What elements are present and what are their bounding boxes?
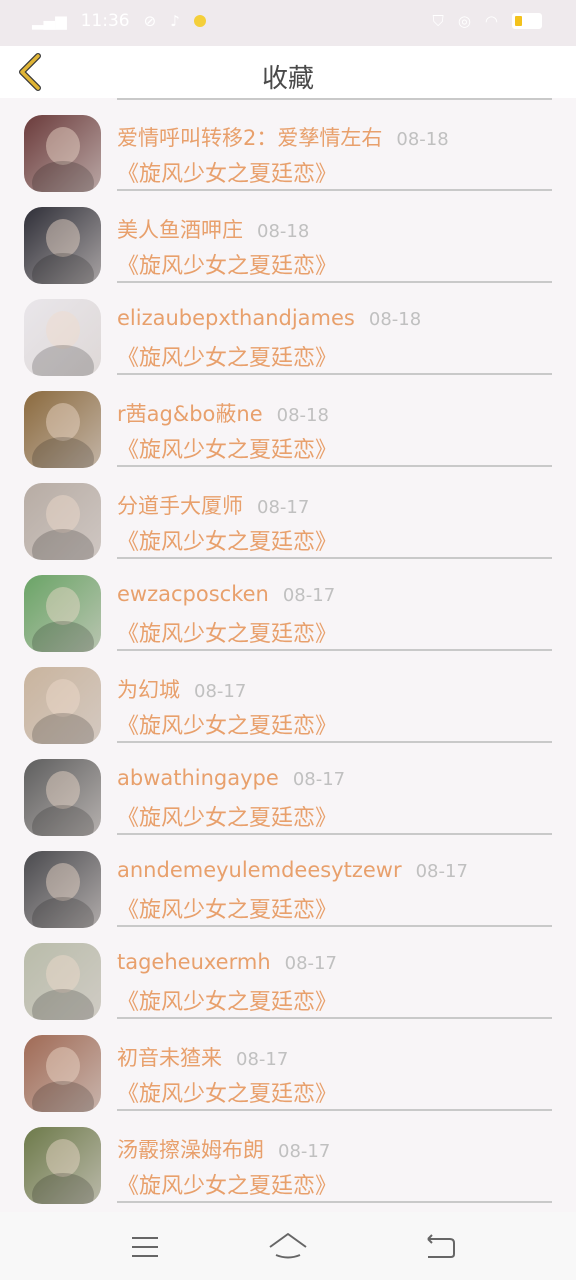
battery-icon <box>512 13 542 29</box>
item-header: 为幻城 08-17 <box>117 674 246 704</box>
item-date: 08-17 <box>236 1049 289 1070</box>
menu-icon <box>132 1237 158 1257</box>
page-title: 收藏 <box>261 64 314 94</box>
avatar[interactable] <box>24 299 101 376</box>
favorite-title[interactable]: 《旋风少女之夏廷恋》 <box>117 708 337 740</box>
home-icon <box>269 1233 307 1259</box>
favorite-title[interactable]: 《旋风少女之夏廷恋》 <box>117 616 337 648</box>
list-item[interactable]: 美人鱼酒呷庄 08-18 《旋风少女之夏廷恋》 <box>0 190 576 284</box>
menu-button[interactable] <box>120 1224 170 1270</box>
avatar[interactable] <box>24 851 101 928</box>
user-name[interactable]: 美人鱼酒呷庄 <box>117 218 243 242</box>
favorites-list[interactable]: 爱情呼叫转移2：爱孳情左右 08-18 《旋风少女之夏廷恋》 美人鱼酒呷庄 08-18 《… <box>0 98 576 1212</box>
user-name[interactable]: anndemeyulemdeesytzewr <box>117 858 402 882</box>
favorite-title[interactable]: 《旋风少女之夏廷恋》 <box>117 156 337 188</box>
wifi-icon: ◠ <box>484 12 498 30</box>
status-bar: ▂▄▆ 11:36 ⊘ ♪ ⛉ ◎ ◠ <box>0 0 576 46</box>
avatar[interactable] <box>24 391 101 468</box>
status-left: ▂▄▆ 11:36 ⊘ ♪ <box>32 11 206 31</box>
item-date: 08-18 <box>396 129 449 150</box>
avatar[interactable] <box>24 759 101 836</box>
user-name[interactable]: elizaubepxthandjames <box>117 306 355 330</box>
item-date: 08-17 <box>292 769 346 790</box>
user-name[interactable]: abwathingaype <box>117 766 279 790</box>
item-header: r茜ag&bo蔽ne 08-18 <box>117 398 329 428</box>
list-item[interactable]: r茜ag&bo蔽ne 08-18 《旋风少女之夏廷恋》 <box>0 374 576 468</box>
avatar[interactable] <box>24 943 101 1020</box>
mute-icon: ♪ <box>170 12 180 30</box>
avatar[interactable] <box>24 1035 101 1112</box>
favorite-title[interactable]: 《旋风少女之夏廷恋》 <box>117 432 337 464</box>
item-header: 汤霰擦澡姆布朗 08-17 <box>117 1134 330 1164</box>
user-name[interactable]: 分道手大厦师 <box>117 494 243 518</box>
list-item[interactable]: 初音未猹来 08-17 《旋风少女之夏廷恋》 <box>0 1018 576 1112</box>
list-item[interactable]: anndemeyulemdeesytzewr 08-17 《旋风少女之夏廷恋》 <box>0 834 576 928</box>
item-date: 08-18 <box>276 405 329 426</box>
user-name[interactable]: 汤霰擦澡姆布朗 <box>117 1138 264 1162</box>
sim-icon: ◎ <box>457 12 471 30</box>
user-name[interactable]: 为幻城 <box>117 678 180 702</box>
avatar[interactable] <box>24 207 101 284</box>
list-item[interactable]: 为幻城 08-17 《旋风少女之夏廷恋》 <box>0 650 576 744</box>
return-button[interactable] <box>414 1224 464 1270</box>
favorite-title[interactable]: 《旋风少女之夏廷恋》 <box>117 984 337 1016</box>
user-name[interactable]: tageheuxermh <box>117 950 271 974</box>
favorite-title[interactable]: 《旋风少女之夏廷恋》 <box>117 248 337 280</box>
item-date: 08-18 <box>368 309 422 330</box>
list-item[interactable]: ewzacposcken 08-17 《旋风少女之夏廷恋》 <box>0 558 576 652</box>
item-date: 08-17 <box>282 585 336 606</box>
item-header: 爱情呼叫转移2：爱孳情左右 08-18 <box>117 122 449 152</box>
list-item[interactable]: tageheuxermh 08-17 《旋风少女之夏廷恋》 <box>0 926 576 1020</box>
item-date: 08-17 <box>257 497 310 518</box>
item-date: 08-17 <box>415 861 468 882</box>
item-date: 08-17 <box>194 681 247 702</box>
favorite-title[interactable]: 《旋风少女之夏廷恋》 <box>117 524 337 556</box>
list-item[interactable]: 爱情呼叫转移2：爱孳情左右 08-18 《旋风少女之夏廷恋》 <box>0 98 576 192</box>
favorite-title[interactable]: 《旋风少女之夏廷恋》 <box>117 340 337 372</box>
favorite-title[interactable]: 《旋风少女之夏廷恋》 <box>117 1168 337 1200</box>
return-icon <box>427 1234 455 1258</box>
signal-icon: ▂▄▆ <box>32 12 67 30</box>
avatar[interactable] <box>24 667 101 744</box>
list-item[interactable]: abwathingaype 08-17 《旋风少女之夏廷恋》 <box>0 742 576 836</box>
item-date: 08-17 <box>278 1141 331 1162</box>
app-notification-icon <box>193 15 206 27</box>
notification-icon: ⊘ <box>143 12 157 30</box>
item-header: tageheuxermh 08-17 <box>117 950 337 974</box>
favorite-title[interactable]: 《旋风少女之夏廷恋》 <box>117 892 337 924</box>
user-name[interactable]: 初音未猹来 <box>117 1046 222 1070</box>
item-header: 初音未猹来 08-17 <box>117 1042 288 1072</box>
avatar[interactable] <box>24 115 101 192</box>
list-item[interactable]: 汤霰擦澡姆布朗 08-17 《旋风少女之夏廷恋》 <box>0 1110 576 1204</box>
shield-icon: ⛉ <box>432 12 444 30</box>
list-item[interactable]: 分道手大厦师 08-17 《旋风少女之夏廷恋》 <box>0 466 576 560</box>
avatar[interactable] <box>24 483 101 560</box>
item-header: 美人鱼酒呷庄 08-18 <box>117 214 309 244</box>
user-name[interactable]: r茜ag&bo蔽ne <box>117 402 263 426</box>
item-header: anndemeyulemdeesytzewr 08-17 <box>117 858 468 882</box>
item-date: 08-18 <box>257 221 310 242</box>
item-header: ewzacposcken 08-17 <box>117 582 335 606</box>
navigation-bar <box>0 1212 576 1280</box>
list-item[interactable]: elizaubepxthandjames 08-18 《旋风少女之夏廷恋》 <box>0 282 576 376</box>
item-divider <box>117 1201 552 1203</box>
item-header: abwathingaype 08-17 <box>117 766 345 790</box>
app-header: 收藏 <box>0 46 576 98</box>
status-right: ⛉ ◎ ◠ <box>433 12 542 30</box>
home-button[interactable] <box>263 1224 313 1270</box>
avatar[interactable] <box>24 575 101 652</box>
favorite-title[interactable]: 《旋风少女之夏廷恋》 <box>117 1076 337 1108</box>
favorite-title[interactable]: 《旋风少女之夏廷恋》 <box>117 800 337 832</box>
item-date: 08-17 <box>284 953 337 974</box>
item-header: elizaubepxthandjames 08-18 <box>117 306 421 330</box>
avatar[interactable] <box>24 1127 101 1204</box>
item-header: 分道手大厦师 08-17 <box>117 490 309 520</box>
user-name[interactable]: ewzacposcken <box>117 582 269 606</box>
status-time: 11:36 <box>80 11 130 31</box>
user-name[interactable]: 爱情呼叫转移2：爱孳情左右 <box>117 126 382 150</box>
